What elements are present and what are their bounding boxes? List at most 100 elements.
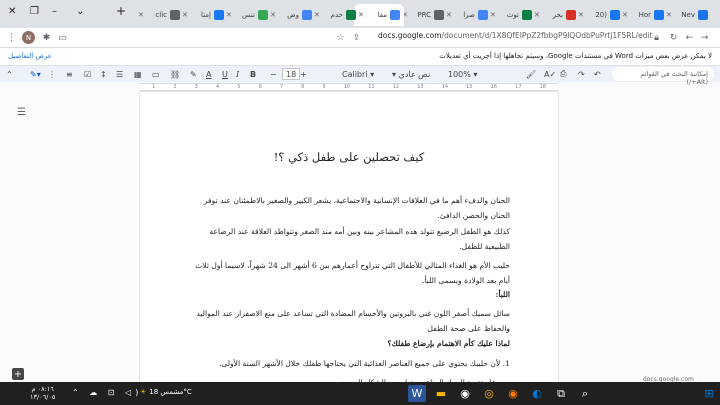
bookmark-star-icon[interactable]: ☆ [334, 31, 347, 44]
side-panel-icon[interactable]: ▭ [56, 31, 69, 44]
system-tray-icons[interactable]: ⌃ ☁ ⊡ ◁) [72, 388, 142, 397]
browser-tab[interactable]: وض ✕ [266, 4, 316, 26]
style-value: نص عادي [398, 69, 431, 79]
edge-icon[interactable]: ◐ [528, 385, 546, 402]
url-field[interactable]: docs.google.com/document/d/1X8QfEIPpZ2fb… [378, 31, 653, 40]
view-details-link[interactable]: عرض التفاصيل [8, 52, 52, 60]
menu-kebab-icon[interactable]: ⋮ [5, 31, 18, 44]
file-explorer-icon[interactable]: ▬ [432, 385, 450, 402]
font-size-field[interactable]: 18 [282, 68, 301, 80]
tab-label: clic [155, 11, 167, 19]
chrome-icon[interactable]: ◎ [480, 385, 498, 402]
clock[interactable]: ٠٨:١٦ م ١٣/٠٦/٠٥ [30, 385, 55, 401]
tab-label: وض [287, 11, 299, 19]
word-icon[interactable]: W [408, 385, 426, 402]
bullet-list-icon[interactable]: ≡ [66, 68, 73, 80]
url-path: /document/d/1X8QfEIPpZ2fbbgP9lQOdbPuPrtj… [441, 31, 653, 40]
zoom-select[interactable]: 100% ▾ [448, 68, 477, 80]
taskbar: ⌃ ☁ ⊡ ◁) ٠٨:١٦ م ١٣/٠٦/٠٥ ☀ مشمس 18°C W … [0, 382, 720, 405]
italic-button[interactable]: I [236, 68, 239, 80]
back-icon[interactable]: → [698, 31, 711, 44]
tab-label: بحر [552, 11, 563, 19]
comment-icon[interactable]: ▭ [152, 68, 160, 80]
text-color-button[interactable]: A [206, 68, 211, 80]
editing-mode-icon[interactable]: ✎▾ [30, 68, 41, 80]
numbered-list-icon[interactable]: ⋮ [48, 68, 56, 80]
browser-tab[interactable]: مقا ✕ [354, 4, 404, 26]
restore-window-icon[interactable]: ❐ [30, 6, 39, 17]
start-icon[interactable]: ⊞ [700, 385, 718, 402]
tab-favicon-icon [566, 10, 576, 20]
tab-favicon-icon [478, 10, 488, 20]
browser-tab[interactable]: خدم ✕ [310, 4, 360, 26]
bold-button[interactable]: B [250, 68, 256, 80]
browser-tab[interactable]: clic ✕ [134, 4, 184, 26]
tab-favicon-icon [170, 10, 180, 20]
zoom-value: 100% [448, 69, 471, 79]
docs-toolbar: إمكانية البحث في القوائم (Alt+/) ↶ ↷ ⎙ A… [0, 66, 720, 86]
underline-button[interactable]: U [222, 68, 228, 80]
url-domain: docs.google.com [378, 31, 442, 40]
paint-format-icon[interactable]: 🖌︎ [526, 68, 536, 80]
browser-tab[interactable]: بحر ✕ [530, 4, 580, 26]
tab-label: مقا [377, 11, 387, 19]
forward-icon[interactable]: ← [683, 31, 696, 44]
line-spacing-icon[interactable]: ↕ [100, 68, 107, 80]
font-select[interactable]: Calibri ▾ [342, 68, 374, 80]
highlight-icon[interactable]: ✎ [190, 68, 197, 80]
font-size-increase-icon[interactable]: + [300, 68, 307, 80]
task-view-icon[interactable]: ⧉ [552, 385, 570, 402]
tab-label: توث [506, 11, 519, 19]
document-outline-icon[interactable]: ☰ [17, 107, 29, 119]
browser-tab[interactable]: Hor ✕ [618, 4, 668, 26]
clock-date: ١٣/٠٦/٠٥ [30, 393, 56, 401]
document-page[interactable]: كيف تحصلين على طفل ذكي ؟! الحنان والدفء … [140, 92, 558, 387]
tab-favicon-icon [346, 10, 356, 20]
paragraph: الحنان والدفء أهم ما في العلاقات الإنسان… [203, 196, 510, 220]
weather-text: مشمس 18°C [149, 388, 192, 396]
ruler[interactable]: 18 17 16 15 14 13 12 11 10 9 8 7 6 5 4 3 2 1 [140, 83, 558, 91]
explore-plus-icon[interactable]: + [12, 368, 24, 380]
link-icon[interactable]: ⛓︎ [170, 68, 180, 80]
checklist-icon[interactable]: ☑ [84, 68, 91, 80]
tab-favicon-icon [258, 10, 268, 20]
tab-favicon-icon [390, 10, 400, 20]
redo-icon[interactable]: ↷ [578, 68, 585, 80]
notice-text: لا يمكن عرض بعض ميزات Word في مستندات Go… [439, 52, 712, 60]
spellcheck-icon[interactable]: A✓ [544, 68, 556, 80]
new-tab-icon[interactable]: + [116, 4, 126, 18]
close-window-icon[interactable]: ✕ [8, 6, 16, 17]
browser-tab[interactable]: إمتا ✕ [178, 4, 228, 26]
firefox-icon[interactable]: ◉ [504, 385, 522, 402]
browser-tab[interactable]: تنس ✕ [222, 4, 272, 26]
share-icon[interactable]: ⇪ [350, 31, 363, 44]
tab-close-icon[interactable]: ✕ [138, 11, 144, 19]
weather-widget[interactable]: ☀ مشمس 18°C [140, 388, 192, 396]
browser-tab[interactable]: (20 ✕ [574, 4, 624, 26]
align-icon[interactable]: ☰ [116, 68, 123, 80]
image-icon[interactable]: ▦ [134, 68, 142, 80]
tab-search-icon[interactable]: ⌄ [76, 6, 84, 17]
taskbar-search-icon[interactable]: ⌕ [576, 385, 594, 402]
hide-menus-icon[interactable]: ⌃ [6, 68, 13, 80]
tab-label: Hor [638, 11, 651, 19]
reload-icon[interactable]: ↻ [667, 31, 680, 44]
paragraph-heading: اللبأ: [495, 290, 510, 299]
avatar[interactable]: N [22, 31, 35, 44]
tab-favicon-icon [302, 10, 312, 20]
minimize-window-icon[interactable]: – [52, 6, 57, 17]
tab-favicon-icon [522, 10, 532, 20]
camera-icon[interactable]: ◉ [456, 385, 474, 402]
undo-icon[interactable]: ↶ [594, 68, 601, 80]
font-size-decrease-icon[interactable]: − [270, 68, 277, 80]
browser-tab[interactable]: توث ✕ [486, 4, 536, 26]
tab-favicon-icon [434, 10, 444, 20]
browser-tab[interactable]: Nev ✕ [662, 4, 712, 26]
print-icon[interactable]: ⎙ [560, 68, 566, 80]
browser-tab[interactable]: صرا ✕ [442, 4, 492, 26]
browser-tab[interactable]: PRC ✕ [398, 4, 448, 26]
extensions-puzzle-icon[interactable]: ✱ [40, 31, 53, 44]
sun-icon: ☀ [140, 388, 147, 396]
style-select[interactable]: نص عادي ▾ [392, 68, 430, 80]
menu-search-input[interactable]: إمكانية البحث في القوائم (Alt+/) [612, 67, 714, 86]
